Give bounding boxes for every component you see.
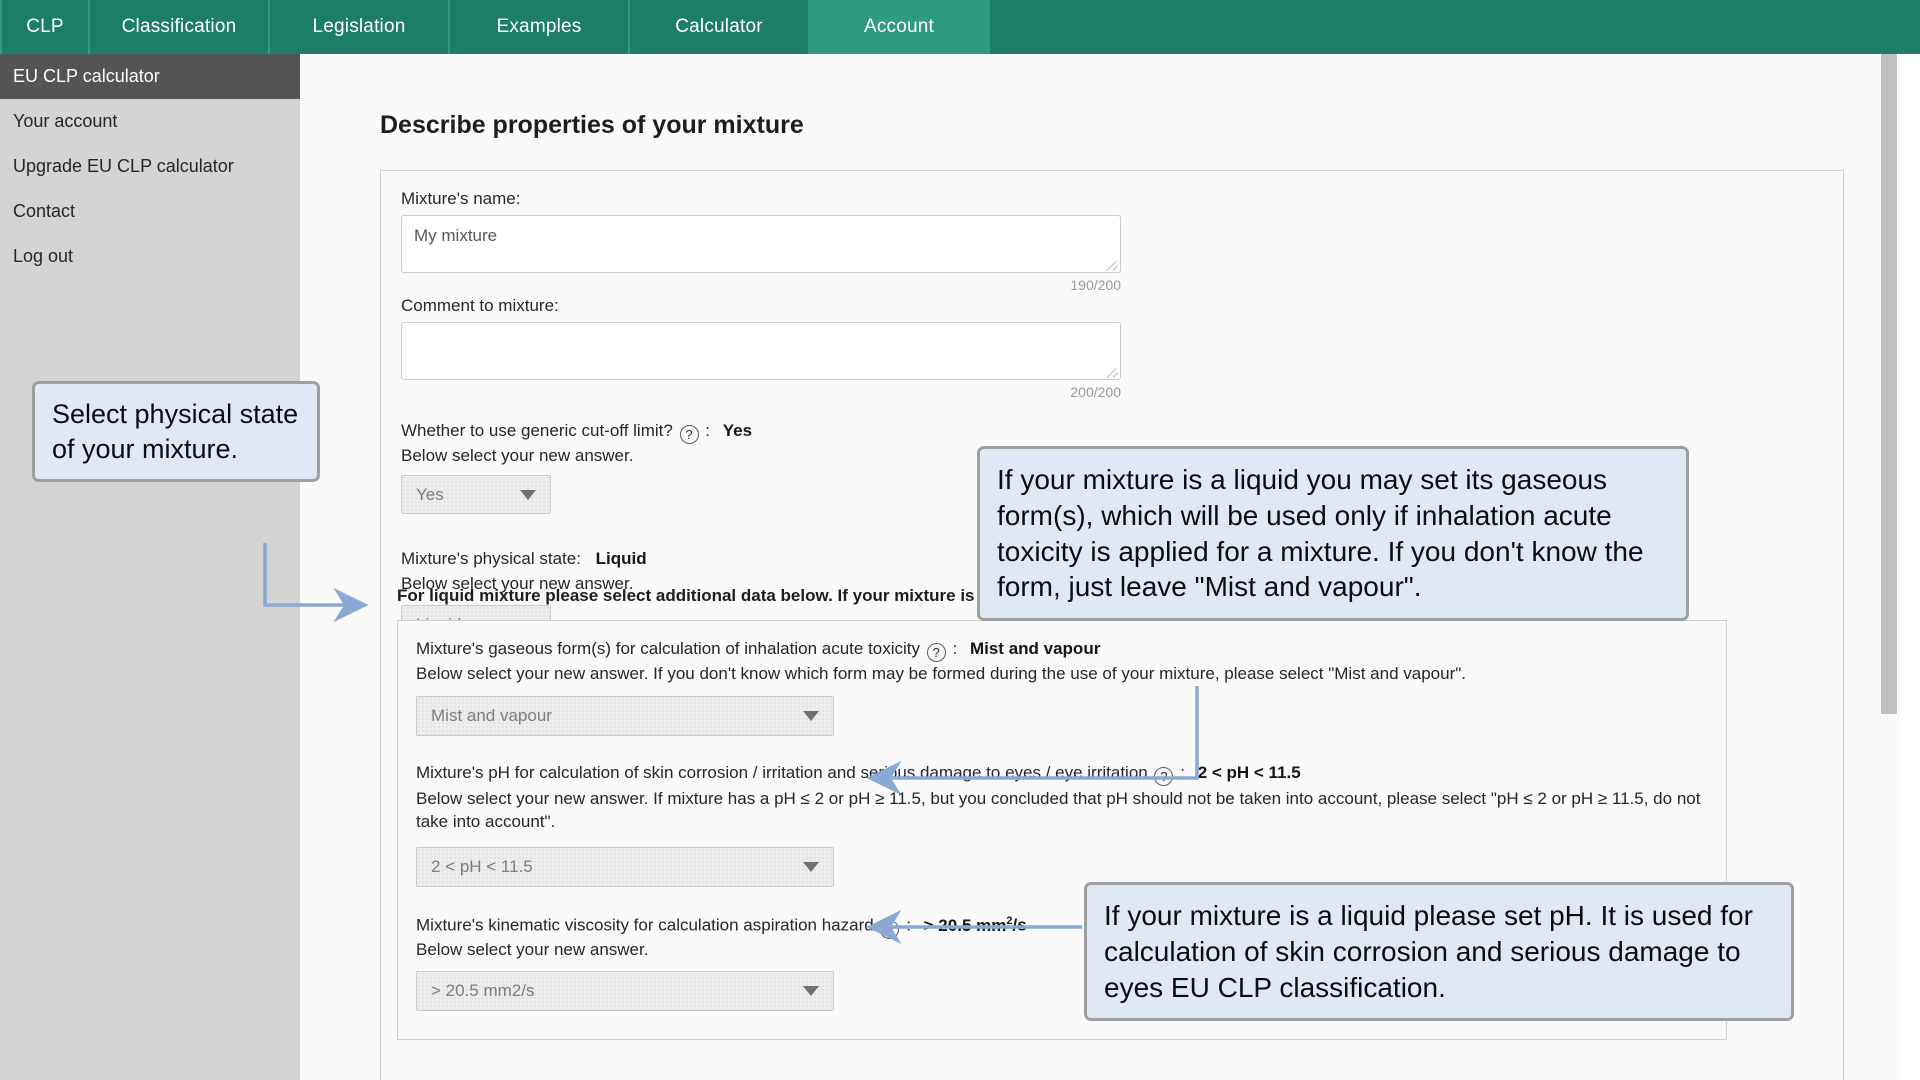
nav-tab-label: Classification <box>121 16 237 37</box>
nav-tab-examples[interactable]: Examples <box>450 0 630 54</box>
callout-gaseous-form: If your mixture is a liquid you may set … <box>977 446 1689 622</box>
nav-tab-label: Examples <box>496 16 582 37</box>
sidebar-item-contact[interactable]: Contact <box>0 189 300 234</box>
sidebar-item-your-account[interactable]: Your account <box>0 99 300 144</box>
mixture-name-counter: 190/200 <box>1070 277 1121 293</box>
gaseous-separator: : <box>952 639 958 658</box>
sidebar-item-log-out[interactable]: Log out <box>0 234 300 279</box>
viscosity-current-value-suffix: /s <box>1012 915 1027 935</box>
top-navigation-bar: CLP Classification Legislation Examples … <box>0 0 1920 54</box>
cutoff-separator: : <box>705 421 711 440</box>
cutoff-question-label: Whether to use generic cut-off limit? <box>401 421 673 440</box>
ph-question-row: Mixture's pH for calculation of skin cor… <box>416 763 1301 786</box>
viscosity-separator: : <box>906 915 911 935</box>
sidebar-item-label: EU CLP calculator <box>13 66 160 86</box>
sidebar-item-label: Contact <box>13 201 76 221</box>
vertical-scrollbar-track[interactable] <box>1878 54 1900 1080</box>
viscosity-hint: Below select your new answer. <box>416 940 649 959</box>
nav-tab-label: CLP <box>26 16 64 37</box>
physical-state-label: Mixture's physical state: <box>401 549 581 568</box>
nav-tab-label: Legislation <box>312 16 406 37</box>
nav-tab-classification[interactable]: Classification <box>90 0 270 54</box>
chevron-down-icon <box>803 711 819 721</box>
mixture-name-label: Mixture's name: <box>401 189 521 208</box>
cutoff-current-value: Yes <box>722 421 753 440</box>
mixture-name-input[interactable] <box>401 215 1121 273</box>
page-title: Describe properties of your mixture <box>380 111 804 139</box>
sidebar-item-label: Your account <box>13 111 118 131</box>
gaseous-question-row: Mixture's gaseous form(s) for calculatio… <box>416 639 1100 662</box>
viscosity-select[interactable]: > 20.5 mm2/s <box>416 971 834 1011</box>
viscosity-question-label: Mixture's kinematic viscosity for calcul… <box>416 915 874 935</box>
nav-tab-legislation[interactable]: Legislation <box>270 0 450 54</box>
app-root: CLP Classification Legislation Examples … <box>0 0 1920 1080</box>
callout-ph: If your mixture is a liquid please set p… <box>1084 882 1794 1022</box>
question-mark-icon[interactable]: ? <box>926 643 946 662</box>
nav-tab-account[interactable]: Account <box>810 0 990 54</box>
question-mark-icon[interactable]: ? <box>1154 767 1174 786</box>
gaseous-hint: Below select your new answer. If you don… <box>416 664 1466 683</box>
sidebar-item-label: Upgrade EU CLP calculator <box>13 156 234 176</box>
sidebar-item-eu-clp-calculator[interactable]: EU CLP calculator <box>0 54 300 99</box>
cutoff-hint: Below select your new answer. <box>401 446 634 465</box>
sidebar-item-upgrade-eu-clp-calculator[interactable]: Upgrade EU CLP calculator <box>0 144 300 189</box>
nav-tab-clp[interactable]: CLP <box>0 0 90 54</box>
viscosity-question-row: Mixture's kinematic viscosity for calcul… <box>416 915 1027 939</box>
nav-tab-label: Calculator <box>675 16 763 37</box>
cutoff-select-value: Yes <box>416 484 444 504</box>
nav-filler <box>990 0 1920 54</box>
ph-select[interactable]: 2 < pH < 11.5 <box>416 847 834 887</box>
gaseous-question-label: Mixture's gaseous form(s) for calculatio… <box>416 639 921 658</box>
question-mark-icon[interactable]: ? <box>880 919 900 939</box>
comment-counter: 200/200 <box>1070 384 1121 400</box>
liquid-mixture-note: For liquid mixture please select additio… <box>397 586 989 605</box>
ph-question-label: Mixture's pH for calculation of skin cor… <box>416 763 1148 782</box>
gaseous-select[interactable]: Mist and vapour <box>416 696 834 736</box>
sidebar-item-label: Log out <box>13 246 74 266</box>
cutoff-question-row: Whether to use generic cut-off limit? ? … <box>401 421 752 444</box>
physical-state-question-row: Mixture's physical state: Liquid <box>401 549 647 569</box>
gaseous-current-value: Mist and vapour <box>969 639 1101 658</box>
physical-state-current-value: Liquid <box>595 549 647 568</box>
chevron-down-icon <box>520 489 536 500</box>
sidebar: EU CLP calculator Your account Upgrade E… <box>0 54 300 1080</box>
nav-tab-label: Account <box>863 16 935 37</box>
question-mark-icon[interactable]: ? <box>679 425 699 444</box>
viscosity-current-value-prefix: > 20.5 mm <box>923 915 1007 935</box>
comment-input[interactable] <box>401 322 1121 380</box>
cutoff-select[interactable]: Yes <box>401 475 551 514</box>
comment-label: Comment to mixture: <box>401 296 559 315</box>
chevron-down-icon <box>803 986 819 996</box>
ph-current-value: 2 < pH < 11.5 <box>1197 763 1301 782</box>
nav-tab-calculator[interactable]: Calculator <box>630 0 810 54</box>
ph-hint: Below select your new answer. If mixture… <box>416 789 1701 831</box>
vertical-scrollbar-thumb[interactable] <box>1881 54 1897 714</box>
gaseous-select-value: Mist and vapour <box>431 706 552 725</box>
callout-physical-state: Select physical state of your mixture. <box>32 381 320 483</box>
viscosity-select-value: > 20.5 mm2/s <box>431 981 535 1000</box>
ph-select-value: 2 < pH < 11.5 <box>431 857 533 876</box>
ph-separator: : <box>1180 763 1185 782</box>
chevron-down-icon <box>803 862 819 872</box>
